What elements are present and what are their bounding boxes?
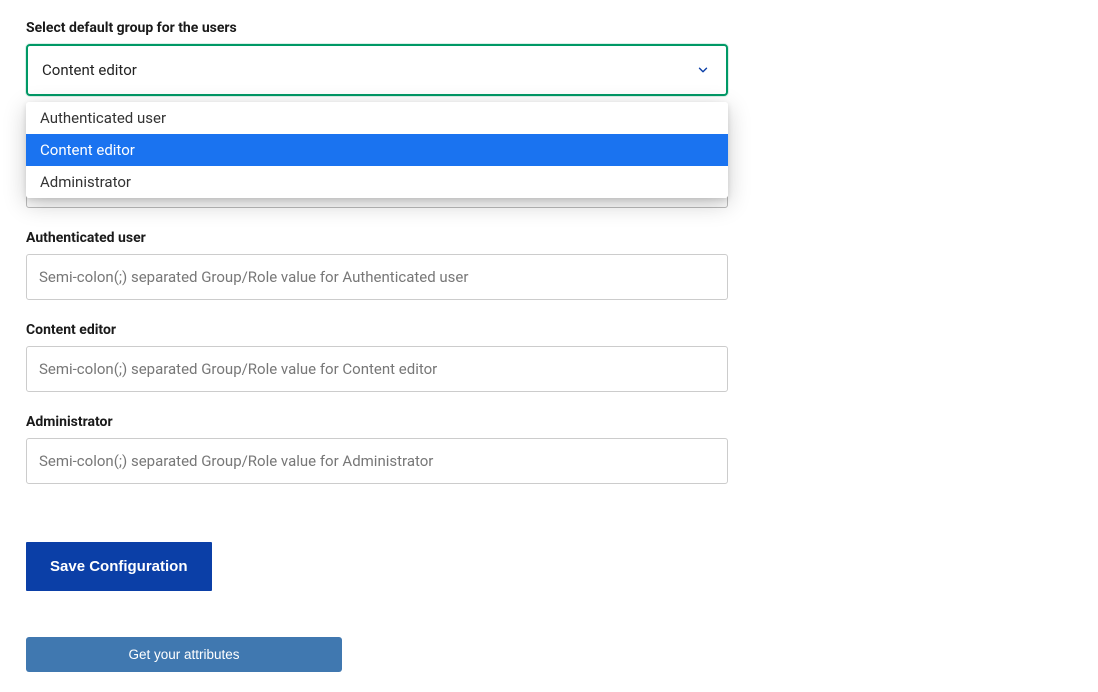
content-editor-field: Content editor xyxy=(26,322,728,392)
chevron-down-icon xyxy=(696,63,710,77)
default-group-selected-value: Content editor xyxy=(42,61,137,79)
administrator-input[interactable] xyxy=(26,438,728,484)
dropdown-option-authenticated-user[interactable]: Authenticated user xyxy=(26,102,728,134)
authenticated-user-label: Authenticated user xyxy=(26,230,728,246)
content-editor-label: Content editor xyxy=(26,322,728,338)
administrator-field: Administrator xyxy=(26,414,728,484)
form-container: Select default group for the users Conte… xyxy=(26,20,728,672)
authenticated-user-input[interactable] xyxy=(26,254,728,300)
content-editor-input[interactable] xyxy=(26,346,728,392)
default-group-field: Select default group for the users Conte… xyxy=(26,20,728,96)
default-group-dropdown: Authenticated user Content editor Admini… xyxy=(26,102,728,198)
authenticated-user-field: Authenticated user xyxy=(26,230,728,300)
dropdown-option-administrator[interactable]: Administrator xyxy=(26,166,728,198)
save-configuration-button[interactable]: Save Configuration xyxy=(26,542,212,591)
dropdown-option-content-editor[interactable]: Content editor xyxy=(26,134,728,166)
administrator-label: Administrator xyxy=(26,414,728,430)
get-your-attributes-button[interactable]: Get your attributes xyxy=(26,637,342,672)
default-group-select[interactable]: Content editor xyxy=(26,44,728,96)
default-group-label: Select default group for the users xyxy=(26,20,728,36)
default-group-select-wrapper: Content editor Authenticated user Conten… xyxy=(26,44,728,96)
